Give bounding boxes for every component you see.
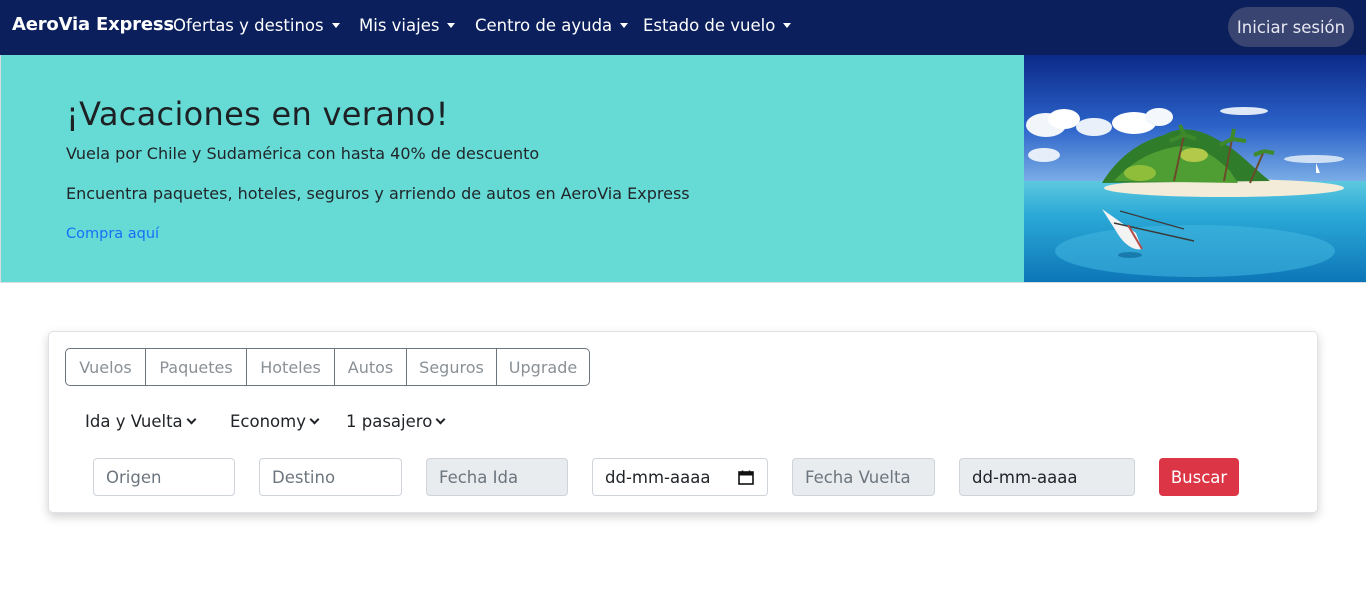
nav-mis-viajes-dropdown[interactable]: Mis viajes [359, 16, 456, 35]
nav-ofertas-label: Ofertas y destinos [173, 16, 324, 35]
nav-centro-ayuda-dropdown[interactable]: Centro de ayuda [475, 16, 629, 35]
nav-estado-vuelo-dropdown[interactable]: Estado de vuelo [643, 16, 792, 35]
return-date-label: Fecha Vuelta [792, 458, 935, 496]
tab-upgrade[interactable]: Upgrade [497, 349, 589, 385]
origin-input[interactable] [106, 467, 222, 487]
return-date-value: dd-mm-aaaa [972, 467, 1078, 487]
product-tabs: Vuelos Paquetes Hoteles Autos Seguros Up… [65, 348, 590, 386]
destination-input[interactable] [272, 467, 389, 487]
brand-logo[interactable]: AeroVia Express [12, 14, 174, 35]
caret-down-icon [331, 23, 340, 28]
passengers-value: 1 pasajero [346, 412, 433, 431]
nav-estado-vuelo-label: Estado de vuelo [643, 16, 776, 35]
banner-subtitle: Vuela por Chile y Sudamérica con hasta 4… [66, 144, 540, 163]
login-button[interactable]: Iniciar sesión [1228, 7, 1354, 47]
chevron-down-icon [309, 414, 320, 425]
chevron-down-icon [435, 414, 446, 425]
depart-date-label: Fecha Ida [426, 458, 568, 496]
tab-seguros[interactable]: Seguros [407, 349, 497, 385]
depart-date-value: dd-mm-aaaa [605, 467, 711, 487]
caret-down-icon [447, 23, 456, 28]
passengers-select[interactable]: 1 pasajero [346, 412, 446, 431]
tab-vuelos[interactable]: Vuelos [66, 349, 146, 385]
banner-text: Encuentra paquetes, hoteles, seguros y a… [66, 184, 690, 203]
caret-down-icon [783, 23, 792, 28]
search-card: Vuelos Paquetes Hoteles Autos Seguros Up… [48, 331, 1318, 513]
depart-date-input[interactable]: dd-mm-aaaa [592, 458, 768, 496]
origin-field[interactable] [93, 458, 235, 496]
destination-field[interactable] [259, 458, 402, 496]
tab-autos[interactable]: Autos [335, 349, 407, 385]
tropical-island-image [1024, 55, 1366, 282]
calendar-icon[interactable] [738, 470, 754, 485]
buy-here-link[interactable]: Compra aquí [66, 226, 159, 242]
promo-banner: ¡Vacaciones en verano! Vuela por Chile y… [0, 55, 1366, 283]
search-button[interactable]: Buscar [1159, 458, 1239, 496]
tab-paquetes[interactable]: Paquetes [146, 349, 247, 385]
tab-hoteles[interactable]: Hoteles [247, 349, 335, 385]
cabin-class-select[interactable]: Economy [230, 412, 320, 431]
nav-centro-ayuda-label: Centro de ayuda [475, 16, 613, 35]
trip-type-value: Ida y Vuelta [85, 412, 183, 431]
return-date-input[interactable]: dd-mm-aaaa [959, 458, 1135, 496]
cabin-class-value: Economy [230, 412, 306, 431]
nav-ofertas-dropdown[interactable]: Ofertas y destinos [173, 16, 340, 35]
banner-title: ¡Vacaciones en verano! [66, 95, 449, 133]
trip-type-select[interactable]: Ida y Vuelta [85, 412, 197, 431]
chevron-down-icon [186, 414, 197, 425]
nav-mis-viajes-label: Mis viajes [359, 16, 440, 35]
top-navbar: AeroVia Express Ofertas y destinos Mis v… [0, 0, 1366, 55]
caret-down-icon [620, 23, 629, 28]
